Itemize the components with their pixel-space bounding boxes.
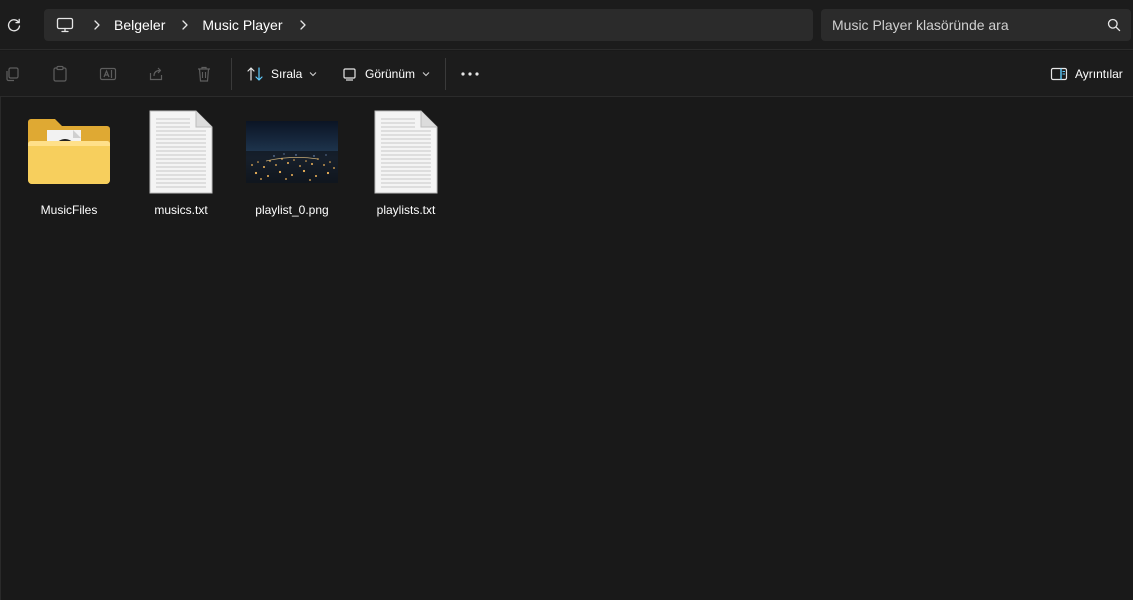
text-file-icon <box>135 105 227 199</box>
file-view[interactable]: MusicFiles musics.txt playlist_0.png pla… <box>0 97 1133 600</box>
details-pane-icon <box>1050 67 1068 81</box>
copy-button[interactable] <box>1 63 23 85</box>
file-name: musics.txt <box>154 203 208 217</box>
breadcrumb-chevron-icon[interactable] <box>86 9 108 41</box>
sort-icon <box>247 67 263 81</box>
file-name: MusicFiles <box>40 203 98 217</box>
view-button[interactable]: Görünüm <box>342 59 430 89</box>
view-icon <box>343 68 356 81</box>
file-item-text[interactable]: musics.txt <box>135 105 227 221</box>
chevron-down-icon <box>422 72 430 77</box>
more-options-button[interactable] <box>459 63 481 85</box>
breadcrumb[interactable]: Belgeler Music Player <box>44 9 813 41</box>
breadcrumb-this-pc[interactable] <box>44 9 86 41</box>
file-item-text[interactable]: playlists.txt <box>360 105 452 221</box>
paste-icon <box>53 65 67 82</box>
more-icon <box>461 72 479 76</box>
file-item-image[interactable]: playlist_0.png <box>246 105 338 221</box>
breadcrumb-item-music-player[interactable]: Music Player <box>196 9 291 41</box>
search-icon[interactable] <box>1107 18 1121 32</box>
monitor-icon <box>56 17 74 33</box>
text-file-icon <box>360 105 452 199</box>
search-input[interactable] <box>832 17 1092 33</box>
refresh-button[interactable] <box>0 10 28 40</box>
share-icon <box>149 67 163 81</box>
chevron-down-icon <box>309 72 317 77</box>
view-label: Görünüm <box>365 67 416 81</box>
breadcrumb-chevron-icon[interactable] <box>292 9 314 41</box>
rename-icon <box>99 67 117 81</box>
rename-button[interactable] <box>97 63 119 85</box>
file-name: playlists.txt <box>376 203 436 217</box>
search-box[interactable] <box>821 9 1131 41</box>
details-pane-button[interactable]: Ayrıntılar <box>1050 59 1123 89</box>
refresh-icon <box>7 18 21 32</box>
file-item-folder[interactable]: MusicFiles <box>23 105 115 221</box>
copy-icon <box>6 67 19 82</box>
delete-button[interactable] <box>193 63 215 85</box>
paste-button[interactable] <box>49 63 71 85</box>
address-bar-row: Belgeler Music Player <box>0 0 1133 50</box>
sort-label: Sırala <box>271 67 303 81</box>
details-label: Ayrıntılar <box>1075 67 1123 81</box>
breadcrumb-item-belgeler[interactable]: Belgeler <box>108 9 174 41</box>
file-name: playlist_0.png <box>255 203 329 217</box>
sort-button[interactable]: Sırala <box>246 59 317 89</box>
share-button[interactable] <box>145 63 167 85</box>
command-bar: Sırala Görünüm Ayrıntılar <box>0 51 1133 97</box>
image-file-thumbnail <box>246 105 338 199</box>
trash-icon <box>198 66 210 82</box>
toolbar-divider <box>231 58 232 90</box>
pane-edge <box>0 97 1 600</box>
breadcrumb-chevron-icon[interactable] <box>174 9 196 41</box>
toolbar-divider <box>445 58 446 90</box>
folder-icon <box>23 105 115 199</box>
